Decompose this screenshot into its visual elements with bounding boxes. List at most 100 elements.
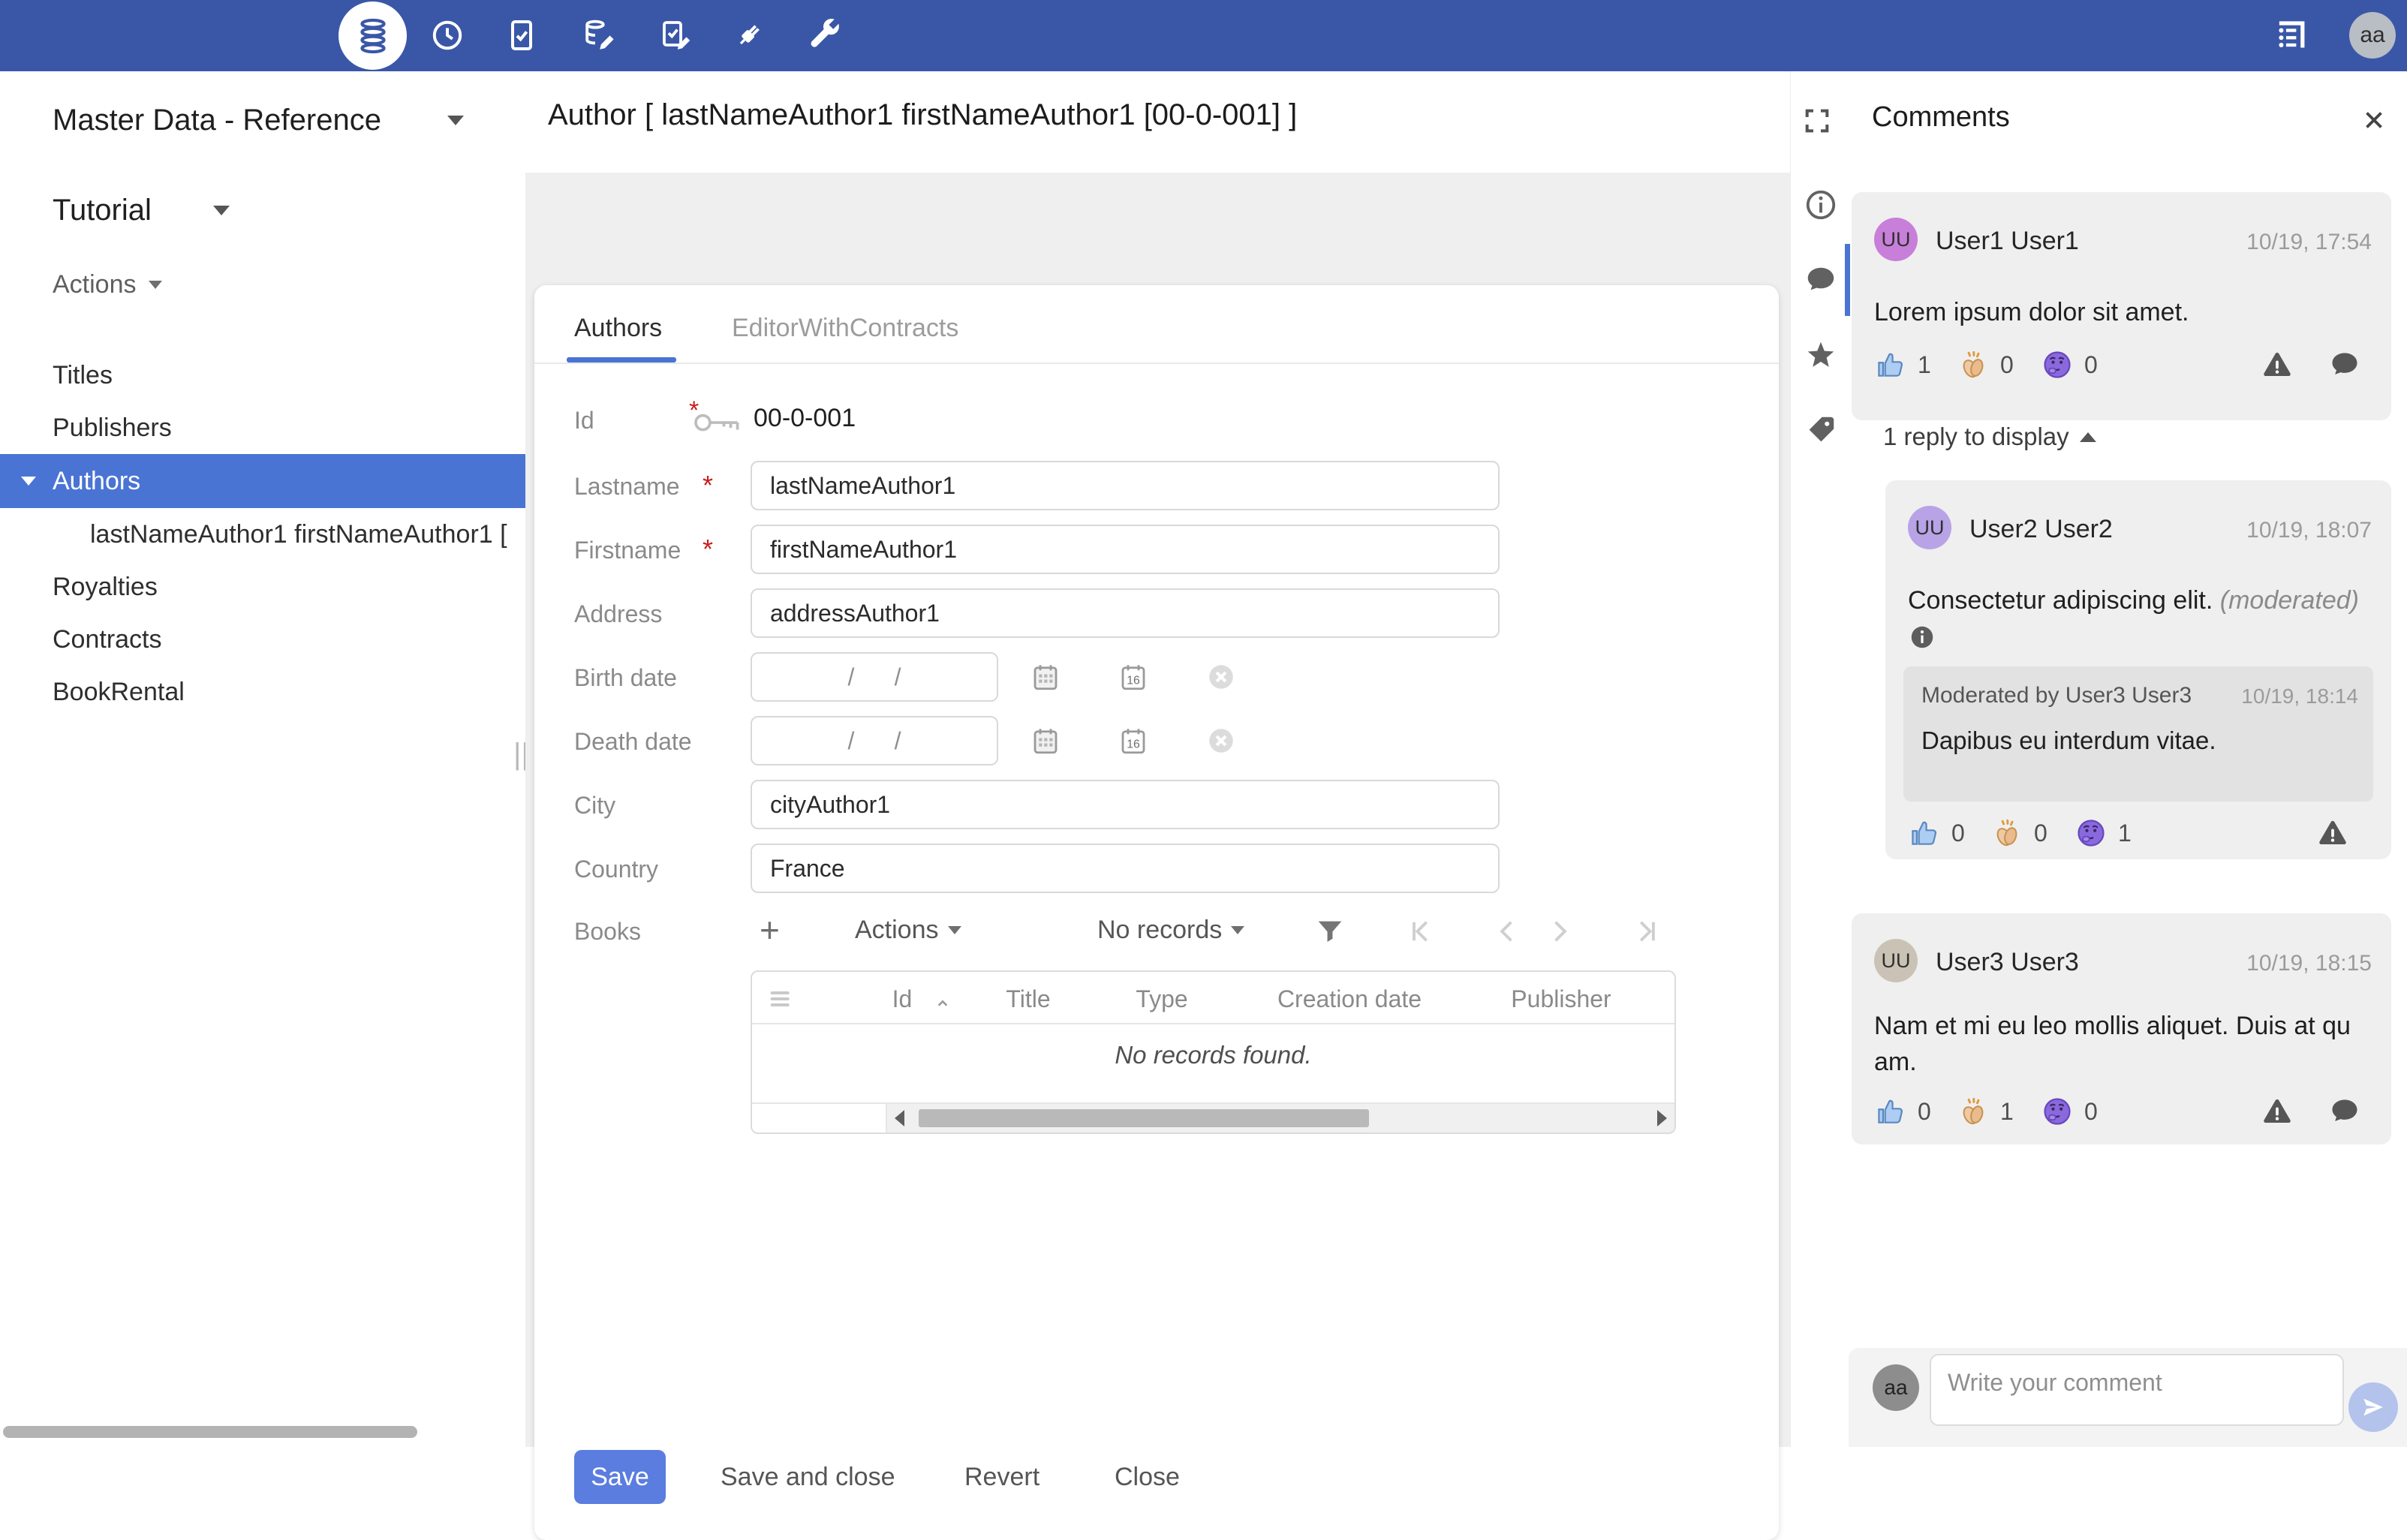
like-reaction[interactable]: 0 xyxy=(1874,1095,1931,1128)
checklist-icon[interactable] xyxy=(504,17,540,53)
workspace-selector[interactable]: Master Data - Reference xyxy=(53,100,503,140)
sidebar-horizontal-scrollbar[interactable] xyxy=(3,1426,417,1438)
sidebar-item-authors[interactable]: Authors xyxy=(0,454,525,508)
first-page-icon[interactable] xyxy=(1404,916,1435,947)
next-page-icon[interactable] xyxy=(1543,916,1575,947)
comment-card: UU User3 User3 10/19, 18:15 Nam et mi eu… xyxy=(1852,913,2391,1144)
sidebar-item-author-record[interactable]: lastNameAuthor1 firstNameAuthor1 [ xyxy=(0,508,525,561)
clear-date-icon[interactable] xyxy=(1205,725,1237,756)
report-icon[interactable] xyxy=(2261,348,2294,381)
clear-date-icon[interactable] xyxy=(1205,661,1237,693)
table-horizontal-scrollbar xyxy=(752,1102,1674,1132)
check-edit-icon[interactable] xyxy=(657,17,694,53)
comment-author: User3 User3 xyxy=(1936,948,2079,976)
clap-reaction[interactable]: 0 xyxy=(1990,817,2047,850)
comment-text: Nam et mi eu leo mollis aliquet. Duis at… xyxy=(1874,1012,2351,1076)
reply-icon[interactable] xyxy=(2328,1095,2361,1128)
thumbs-up-icon xyxy=(1878,1099,1903,1123)
record-form-card: Authors EditorWithContracts Id * 00-0-00… xyxy=(534,285,1779,1540)
sidebar-item-contracts[interactable]: Contracts xyxy=(0,613,525,666)
column-header-creation-date[interactable]: Creation date xyxy=(1277,985,1422,1013)
sort-ascending-icon[interactable] xyxy=(931,991,955,1015)
sidebar-item-publishers[interactable]: Publishers xyxy=(0,402,525,454)
sidebar-item-royalties[interactable]: Royalties xyxy=(0,561,525,613)
books-table: Id Title Type Creation date Publisher No… xyxy=(751,970,1676,1134)
favorites-tab-icon[interactable] xyxy=(1804,338,1838,372)
database-icon xyxy=(360,18,386,53)
moderation-title: Moderated by User3 User3 xyxy=(1921,683,2192,708)
scroll-right-icon[interactable] xyxy=(1657,1110,1667,1126)
close-icon[interactable] xyxy=(2360,106,2388,134)
comments-tab-icon[interactable] xyxy=(1804,263,1838,297)
column-header-publisher[interactable]: Publisher xyxy=(1511,985,1611,1013)
expand-panel-icon[interactable] xyxy=(1802,106,1832,136)
field-label-id: Id xyxy=(574,407,594,434)
last-page-icon[interactable] xyxy=(1632,916,1663,947)
scroll-left-icon[interactable] xyxy=(895,1110,904,1126)
module-selector[interactable]: Tutorial xyxy=(53,190,353,230)
tab-authors[interactable]: Authors xyxy=(574,314,662,343)
column-header-title[interactable]: Title xyxy=(1006,985,1050,1013)
form-list-icon[interactable] xyxy=(2271,16,2310,55)
save-button[interactable]: Save xyxy=(574,1450,666,1504)
scrollbar-track[interactable] xyxy=(887,1104,1674,1132)
like-reaction[interactable]: 0 xyxy=(1908,817,1965,850)
address-input[interactable] xyxy=(751,588,1500,638)
sidebar-item-bookrental[interactable]: BookRental xyxy=(0,666,525,718)
revert-button[interactable]: Revert xyxy=(964,1450,1040,1504)
comment-input[interactable] xyxy=(1930,1354,2344,1426)
wrench-icon[interactable] xyxy=(806,17,842,53)
history-clock-icon[interactable] xyxy=(429,17,465,53)
calendar-picker-icon[interactable] xyxy=(1030,725,1061,756)
city-input[interactable] xyxy=(751,780,1500,829)
birth-date-input[interactable] xyxy=(751,652,998,702)
report-icon[interactable] xyxy=(2316,817,2349,850)
user-avatar[interactable]: aa xyxy=(2349,12,2396,59)
sidebar: Master Data - Reference Tutorial Actions… xyxy=(0,71,525,1447)
active-tab-indicator xyxy=(567,357,676,362)
thinking-reaction[interactable]: 0 xyxy=(2041,348,2098,381)
like-reaction[interactable]: 1 xyxy=(1874,348,1931,381)
calendar-today-icon[interactable]: 16 xyxy=(1118,725,1149,756)
firstname-input[interactable] xyxy=(751,525,1500,574)
info-tab-icon[interactable] xyxy=(1804,188,1838,222)
clap-icon xyxy=(1963,1097,1984,1125)
reply-toggle[interactable]: 1 reply to display xyxy=(1883,423,2096,451)
avatar: UU xyxy=(1874,939,1918,982)
top-bar: aa xyxy=(0,0,2407,71)
moderation-info-icon[interactable] xyxy=(1908,623,1936,651)
comment-timestamp: 10/19, 17:54 xyxy=(2246,230,2372,254)
previous-page-icon[interactable] xyxy=(1492,916,1524,947)
reply-icon[interactable] xyxy=(2328,348,2361,381)
filter-icon[interactable] xyxy=(1313,914,1347,949)
country-input[interactable] xyxy=(751,844,1500,893)
sidebar-item-titles[interactable]: Titles xyxy=(0,349,525,402)
death-date-input[interactable] xyxy=(751,716,998,765)
column-header-type[interactable]: Type xyxy=(1136,985,1187,1013)
clap-reaction[interactable]: 1 xyxy=(1957,1095,2014,1128)
thinking-reaction[interactable]: 0 xyxy=(2041,1095,2098,1128)
calendar-picker-icon[interactable] xyxy=(1030,661,1061,693)
sidebar-actions-menu[interactable]: Actions xyxy=(53,268,162,301)
calendar-today-icon[interactable]: 16 xyxy=(1118,661,1149,693)
close-button[interactable]: Close xyxy=(1115,1450,1180,1504)
row-menu-icon[interactable] xyxy=(766,984,796,1014)
chevron-down-icon xyxy=(947,926,961,934)
books-actions-menu[interactable]: Actions xyxy=(855,916,961,945)
report-icon[interactable] xyxy=(2261,1095,2294,1128)
lastname-input[interactable] xyxy=(751,461,1500,510)
books-pager-menu[interactable]: No records xyxy=(1097,916,1245,945)
tags-tab-icon[interactable] xyxy=(1804,413,1838,447)
active-app-circle[interactable] xyxy=(338,2,407,70)
database-edit-icon[interactable] xyxy=(581,17,617,53)
clap-reaction[interactable]: 0 xyxy=(1957,348,2014,381)
column-header-id[interactable]: Id xyxy=(892,985,913,1013)
comment-composer: aa xyxy=(1849,1348,2407,1447)
tab-editorwithcontracts[interactable]: EditorWithContracts xyxy=(732,314,958,343)
add-book-button[interactable]: + xyxy=(760,910,780,950)
save-and-close-button[interactable]: Save and close xyxy=(721,1450,895,1504)
send-comment-button[interactable] xyxy=(2348,1382,2398,1432)
thinking-reaction[interactable]: 1 xyxy=(2075,817,2132,850)
scrollbar-thumb[interactable] xyxy=(919,1109,1369,1127)
plug-icon[interactable] xyxy=(731,17,767,53)
